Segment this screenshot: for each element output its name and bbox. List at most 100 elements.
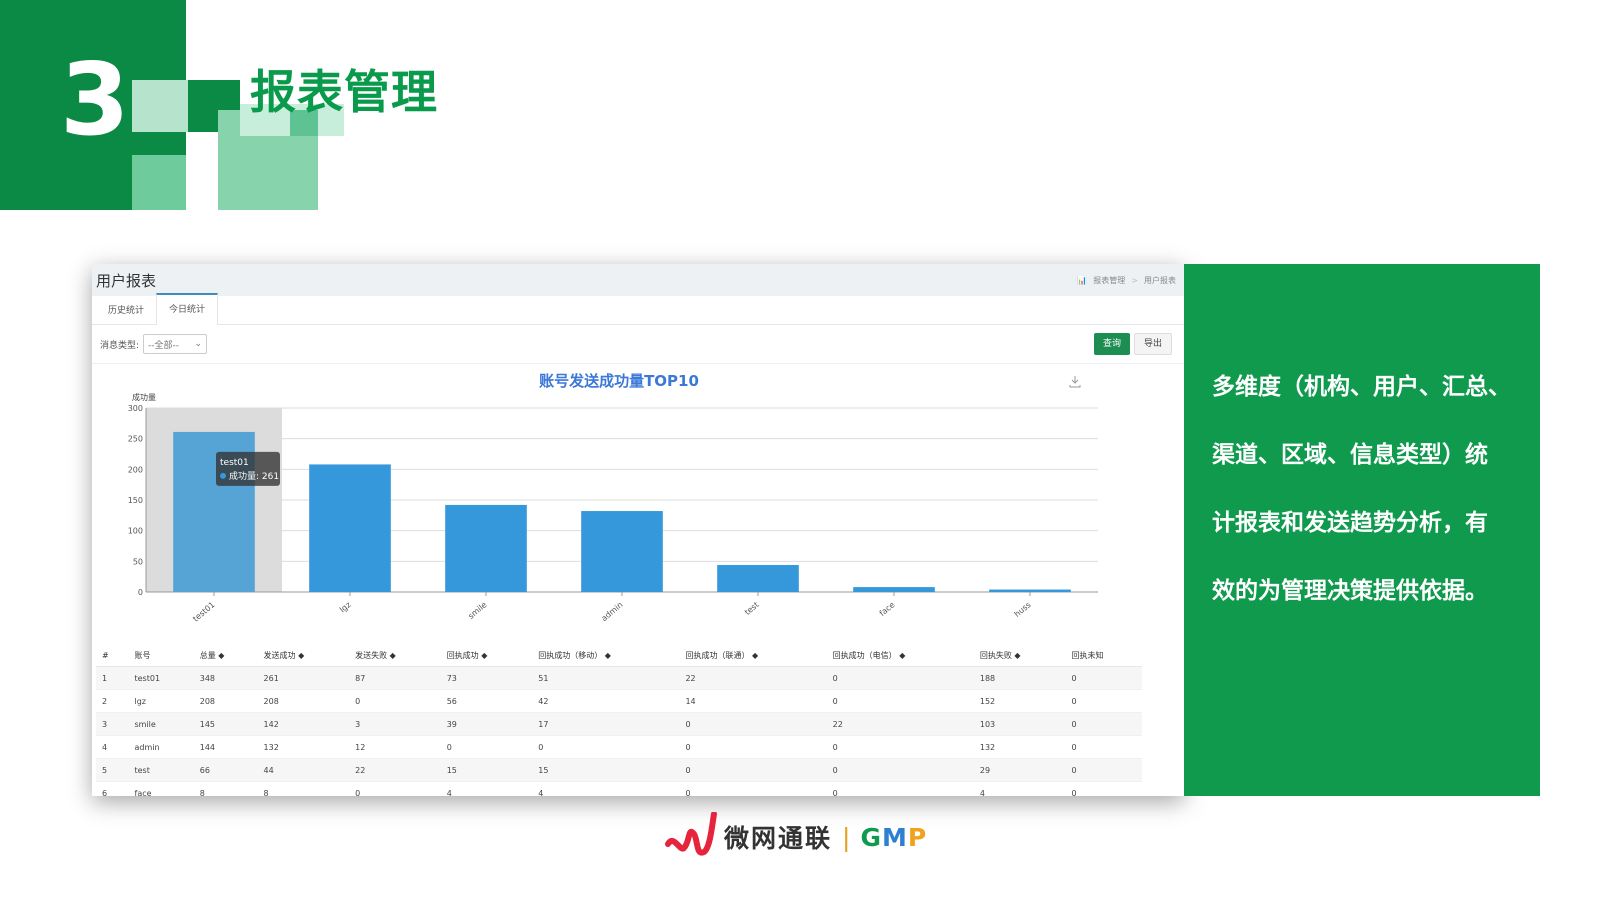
column-header[interactable]: 回执失败 ◆ <box>973 644 1066 667</box>
tab-history[interactable]: 历史统计 <box>96 296 156 324</box>
x-tick-label: huss <box>1013 600 1033 619</box>
table-cell: 0 <box>826 689 974 713</box>
table-cell: test <box>128 758 194 782</box>
bar[interactable] <box>853 587 935 592</box>
column-header[interactable]: 回执成功 ◆ <box>440 644 533 667</box>
column-header[interactable]: 总量 ◆ <box>193 644 258 667</box>
table-cell: 0 <box>1065 758 1142 782</box>
table-cell: 1 <box>96 666 129 690</box>
table-cell: 0 <box>532 735 680 759</box>
y-tick-label: 0 <box>138 588 143 597</box>
bar[interactable] <box>445 504 527 592</box>
breadcrumb-item[interactable]: 报表管理 <box>1093 275 1125 286</box>
bar[interactable] <box>989 589 1071 592</box>
table-cell: 188 <box>973 666 1066 690</box>
info-line: 效的为管理决策提供依据。 <box>1212 578 1488 604</box>
info-box: 多维度（机构、用户、汇总、 渠道、区域、信息类型）统 计报表和发送趋势分析，有 … <box>1184 264 1540 796</box>
chart-title: 账号发送成功量TOP10 <box>539 372 699 390</box>
column-header[interactable]: 回执成功（电信） ◆ <box>826 644 974 667</box>
info-line: 渠道、区域、信息类型）统 <box>1212 442 1488 468</box>
bar-chart-icon: 📊 <box>1077 275 1088 285</box>
x-tick-label: smile <box>466 600 488 621</box>
y-tick-label: 50 <box>133 557 143 566</box>
table-cell: lgz <box>128 689 194 713</box>
table-cell: 15 <box>532 758 680 782</box>
bar[interactable] <box>581 511 663 592</box>
y-tick-label: 100 <box>128 527 143 536</box>
table-cell: 22 <box>349 758 441 782</box>
column-header[interactable]: 发送失败 ◆ <box>349 644 441 667</box>
breadcrumb: 📊 报表管理 > 用户报表 <box>1077 275 1176 286</box>
table-cell: 0 <box>679 735 827 759</box>
table-row: 2 lgz 208 208 0 56 42 14 0 152 0 <box>96 689 1142 713</box>
column-header: 账号 <box>128 644 194 667</box>
header-deco-square <box>132 80 188 132</box>
filter-row: 消息类型: --全部-- ⌄ 查询 导出 <box>92 325 1184 364</box>
table-cell: 14 <box>679 689 827 713</box>
brand-separator: | <box>842 822 851 852</box>
table-cell: 132 <box>973 735 1066 759</box>
query-button[interactable]: 查询 <box>1093 333 1130 355</box>
tooltip-marker <box>220 472 226 479</box>
table-cell: 0 <box>1065 666 1142 690</box>
info-line: 计报表和发送趋势分析，有 <box>1212 510 1488 536</box>
brand-mark-icon <box>665 812 717 856</box>
brand-logo: 微网通联 | GMP <box>664 812 927 862</box>
download-icon[interactable] <box>1069 376 1081 388</box>
column-header: 回执未知 <box>1065 644 1142 667</box>
table-cell: 0 <box>1065 689 1142 713</box>
table-cell: 0 <box>679 781 827 796</box>
table-cell: 56 <box>440 689 533 713</box>
table-cell: 0 <box>826 758 974 782</box>
table-cell: 348 <box>193 666 258 690</box>
table-cell: 103 <box>973 712 1066 736</box>
table-cell: 3 <box>349 712 441 736</box>
table-cell: 0 <box>826 781 974 796</box>
table-cell: admin <box>128 735 194 759</box>
table-row: 4 admin 144 132 12 0 0 0 0 132 0 <box>96 735 1142 759</box>
table-cell: 2 <box>96 689 129 713</box>
table-cell: 66 <box>193 758 258 782</box>
panel-header: 用户报表 📊 报表管理 > 用户报表 <box>92 264 1184 296</box>
table-cell: 39 <box>440 712 533 736</box>
x-tick-label: test01 <box>191 600 216 623</box>
table-cell: 87 <box>349 666 441 690</box>
table-cell: 132 <box>257 735 350 759</box>
column-header[interactable]: 回执成功（移动） ◆ <box>532 644 680 667</box>
table-cell: 0 <box>679 758 827 782</box>
table-cell: 261 <box>257 666 350 690</box>
tab-today[interactable]: 今日统计 <box>156 293 219 325</box>
breadcrumb-item: 用户报表 <box>1144 275 1176 285</box>
table-cell: 6 <box>96 781 129 796</box>
chevron-down-icon: ⌄ <box>194 339 203 349</box>
table-cell: 0 <box>826 735 974 759</box>
tab-bar: 历史统计 今日统计 <box>92 293 1184 325</box>
column-header[interactable]: 发送成功 ◆ <box>257 644 350 667</box>
bar[interactable] <box>309 464 391 592</box>
y-tick-label: 150 <box>128 496 143 505</box>
message-type-value: --全部-- <box>148 340 180 351</box>
page-title: 用户报表 <box>96 271 157 290</box>
table-cell: 208 <box>193 689 258 713</box>
brand-gmp-letter: G <box>860 822 882 852</box>
table-cell: 0 <box>349 781 441 796</box>
table-cell: 8 <box>257 781 350 796</box>
table-cell: 15 <box>440 758 533 782</box>
export-button[interactable]: 导出 <box>1133 333 1172 355</box>
breadcrumb-separator: > <box>1131 275 1138 285</box>
column-header[interactable]: 回执成功（联通） ◆ <box>679 644 827 667</box>
y-tick-label: 200 <box>128 465 143 474</box>
brand-gmp: GMP <box>860 823 927 852</box>
tooltip-value: 成功量: 261 <box>229 470 279 482</box>
bar[interactable] <box>717 565 799 592</box>
table-cell: 12 <box>349 735 441 759</box>
x-tick-label: test <box>743 600 761 617</box>
section-number: 3 <box>60 41 130 158</box>
table-cell: 4 <box>96 735 129 759</box>
table-row: 1 test01 348 261 87 73 51 22 0 188 0 <box>96 666 1142 690</box>
message-type-select[interactable]: --全部-- ⌄ <box>143 334 208 354</box>
y-axis-label: 成功量 <box>132 392 156 402</box>
brand-gmp-letter: P <box>907 822 928 852</box>
table-row: 6 face 8 8 0 4 4 0 0 4 0 <box>96 781 1142 796</box>
table-row: 3 smile 145 142 3 39 17 0 22 103 0 <box>96 712 1142 736</box>
